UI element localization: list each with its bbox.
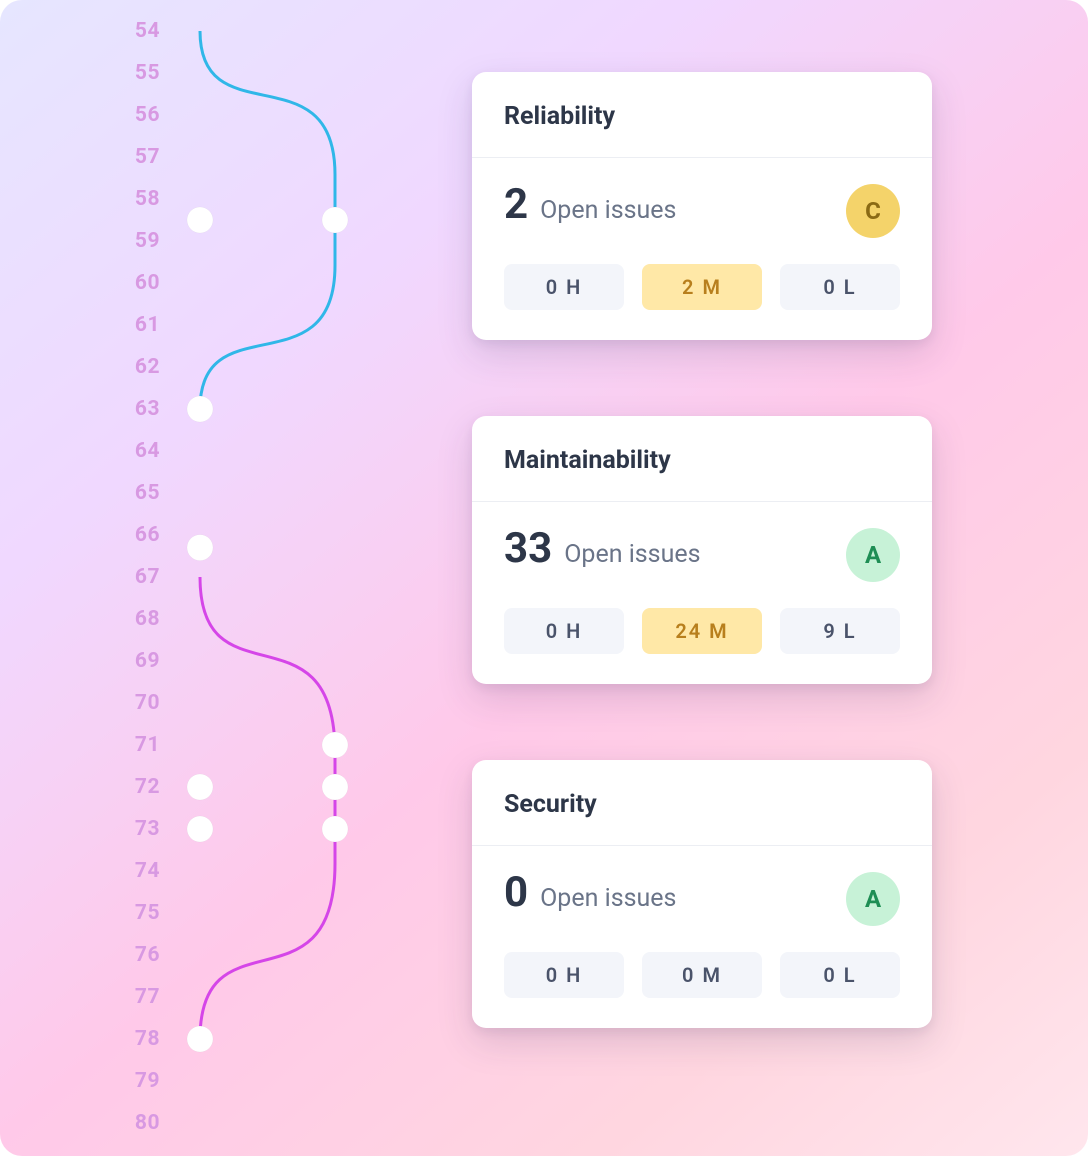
commit-dot-icon [322,732,348,758]
issues-count: 2 [504,184,528,226]
commit-dot-icon [187,774,213,800]
commit-dot-icon [322,207,348,233]
line-number: 64 [126,430,160,472]
line-number: 75 [126,892,160,934]
line-number: 67 [126,556,160,598]
branch-magenta [200,577,335,1039]
issues-label: Open issues [540,196,676,225]
line-number-gutter: 5455565758596061626364656667686970717273… [126,10,160,1144]
branch-graph [180,10,400,1146]
grade-badge: C [846,184,900,238]
card-security[interactable]: Security 0 Open issues A 0 H 0 M 0 L [472,760,932,1028]
branch-blue [200,31,335,409]
card-title: Maintainability [504,446,900,475]
analysis-panel: 5455565758596061626364656667686970717273… [0,0,1088,1156]
commit-dot-icon [187,207,213,233]
severity-pill[interactable]: 0 H [504,608,624,654]
commit-dot-icon [187,816,213,842]
line-number: 62 [126,346,160,388]
line-number: 76 [126,934,160,976]
severity-pill[interactable]: 9 L [780,608,900,654]
issues-label: Open issues [540,884,676,913]
commit-dot-icon [187,535,213,561]
issues-count: 33 [504,528,552,570]
line-number: 68 [126,598,160,640]
card-title: Security [504,790,900,819]
line-number: 78 [126,1018,160,1060]
card-title: Reliability [504,102,900,131]
grade-badge: A [846,528,900,582]
line-number: 73 [126,808,160,850]
commit-dot-icon [187,1026,213,1052]
line-number: 56 [126,94,160,136]
issues-row: 0 Open issues A [504,872,900,926]
issues-label: Open issues [564,540,700,569]
line-number: 74 [126,850,160,892]
line-number: 80 [126,1102,160,1144]
line-number: 70 [126,682,160,724]
severity-row: 0 H 2 M 0 L [504,264,900,310]
line-number: 63 [126,388,160,430]
commit-dot-icon [187,396,213,422]
severity-pill[interactable]: 0 H [504,264,624,310]
line-number: 71 [126,724,160,766]
severity-pill[interactable]: 0 H [504,952,624,998]
commit-dot-icon [322,774,348,800]
line-number: 54 [126,10,160,52]
grade-badge: A [846,872,900,926]
card-reliability[interactable]: Reliability 2 Open issues C 0 H 2 M 0 L [472,72,932,340]
card-body: 33 Open issues A 0 H 24 M 9 L [472,502,932,684]
line-number: 59 [126,220,160,262]
line-number: 65 [126,472,160,514]
card-header: Reliability [472,72,932,158]
issues-row: 33 Open issues A [504,528,900,582]
line-number: 77 [126,976,160,1018]
line-number: 61 [126,304,160,346]
line-number: 57 [126,136,160,178]
line-number: 55 [126,52,160,94]
line-number: 60 [126,262,160,304]
line-number: 66 [126,514,160,556]
issues-count: 0 [504,872,528,914]
metric-cards: Reliability 2 Open issues C 0 H 2 M 0 L Maintai… [472,72,932,1028]
severity-pill[interactable]: 0 M [642,952,762,998]
commit-dot-icon [322,816,348,842]
line-number: 72 [126,766,160,808]
severity-pill[interactable]: 0 L [780,264,900,310]
card-header: Security [472,760,932,846]
severity-row: 0 H 0 M 0 L [504,952,900,998]
line-number: 69 [126,640,160,682]
severity-pill[interactable]: 24 M [642,608,762,654]
issues-row: 2 Open issues C [504,184,900,238]
line-number: 79 [126,1060,160,1102]
line-number: 58 [126,178,160,220]
card-body: 2 Open issues C 0 H 2 M 0 L [472,158,932,340]
card-body: 0 Open issues A 0 H 0 M 0 L [472,846,932,1028]
severity-pill[interactable]: 2 M [642,264,762,310]
severity-pill[interactable]: 0 L [780,952,900,998]
card-maintainability[interactable]: Maintainability 33 Open issues A 0 H 24 M 9 L [472,416,932,684]
card-header: Maintainability [472,416,932,502]
severity-row: 0 H 24 M 9 L [504,608,900,654]
